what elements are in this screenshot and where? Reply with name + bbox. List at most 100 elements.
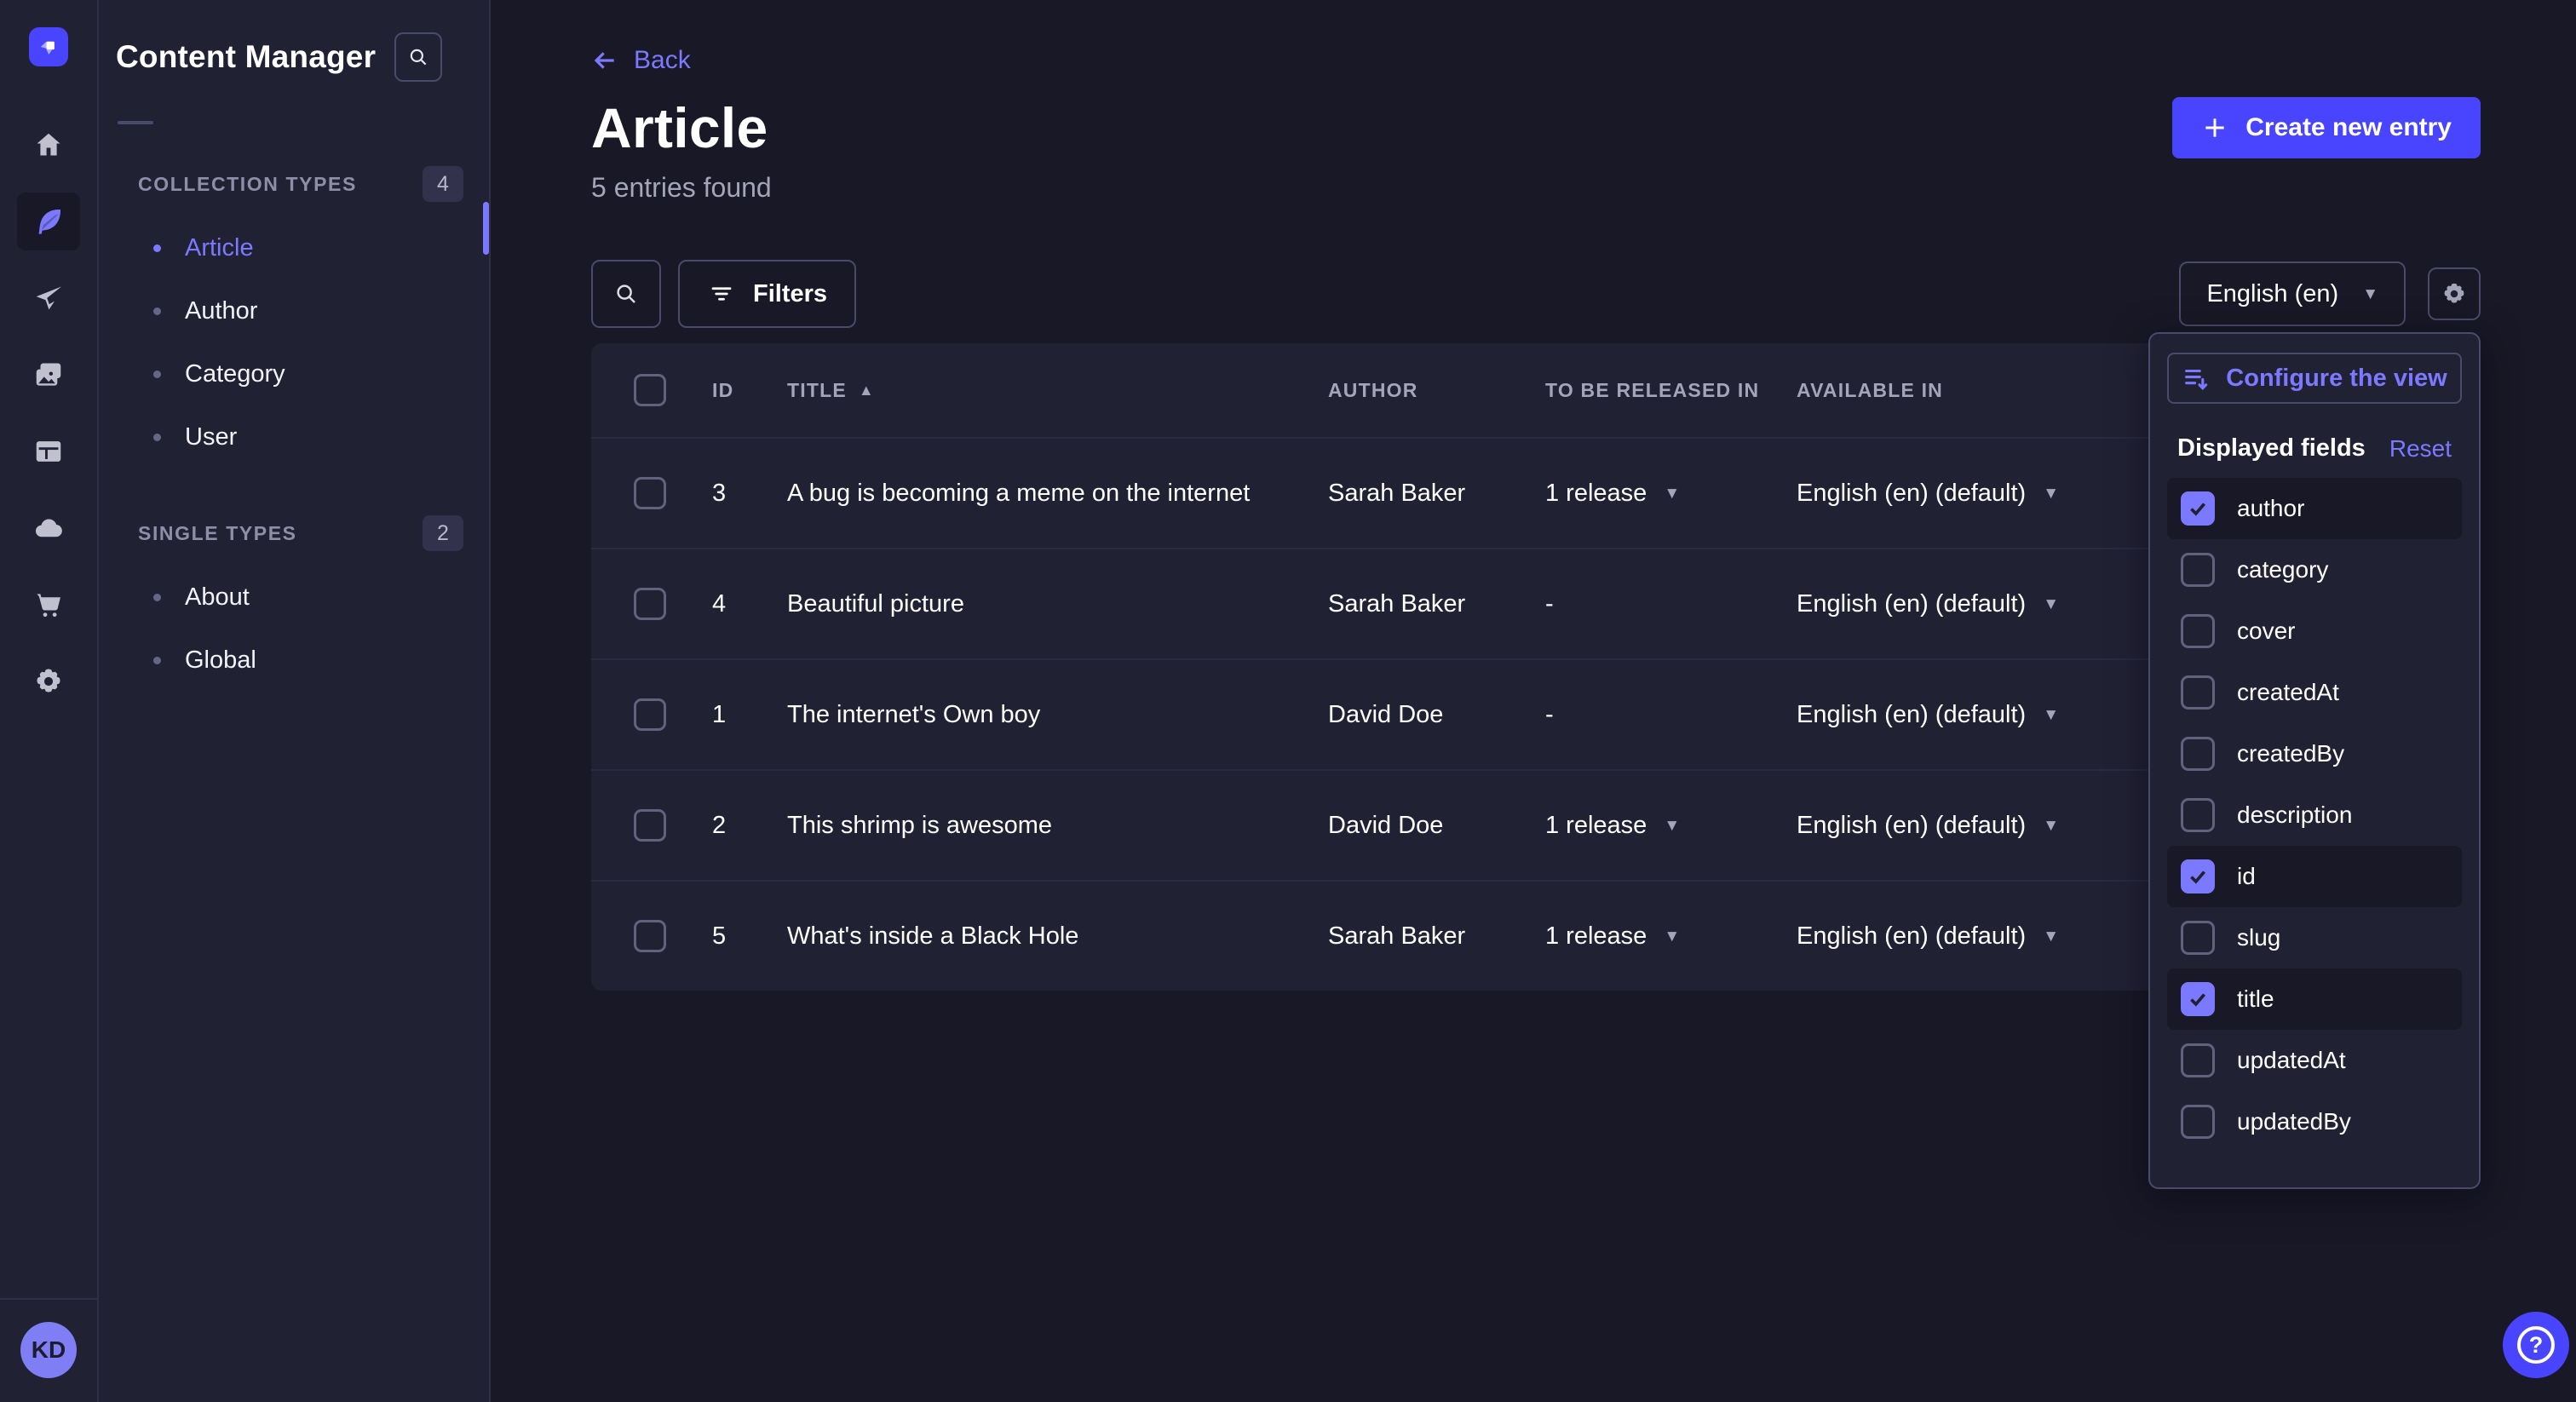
sidebar-scrollbar-thumb[interactable] — [483, 202, 489, 255]
checkbox[interactable] — [2181, 614, 2215, 648]
back-link[interactable]: Back — [591, 46, 691, 75]
configure-the-view-button[interactable]: Configure the view — [2167, 353, 2462, 404]
row-checkbox[interactable] — [634, 698, 666, 731]
field-toggle-createdBy[interactable]: createdBy — [2167, 723, 2462, 784]
collection-types-count-badge: 4 — [423, 166, 463, 202]
cell-release-menu[interactable]: 1 release▼ — [1532, 922, 1784, 951]
checkbox[interactable] — [2181, 675, 2215, 710]
entries-count: 5 entries found — [591, 172, 2481, 204]
media-library-icon[interactable] — [17, 346, 80, 404]
configure-list-icon — [2182, 364, 2211, 393]
row-checkbox[interactable] — [634, 920, 666, 952]
sidebar-item-label: Category — [185, 360, 285, 388]
column-header-id[interactable]: ID — [695, 379, 770, 402]
locale-value: English (en) — [2206, 280, 2338, 308]
checkbox[interactable] — [2181, 1043, 2215, 1077]
sidebar-item-label: User — [185, 423, 237, 451]
home-icon[interactable] — [17, 116, 80, 174]
question-mark-icon: ? — [2517, 1326, 2555, 1364]
row-checkbox[interactable] — [634, 588, 666, 620]
bullet-icon — [153, 307, 161, 315]
search-icon — [407, 46, 429, 68]
collection-types-section: COLLECTION TYPES 4 Article Author Catego… — [99, 165, 489, 468]
sidebar-item-author[interactable]: Author — [99, 279, 489, 342]
cell-author: Sarah Baker — [1315, 922, 1532, 951]
field-toggle-cover[interactable]: cover — [2167, 600, 2462, 662]
view-settings-button[interactable] — [2428, 267, 2481, 320]
cell-release-menu[interactable]: 1 release▼ — [1532, 480, 1784, 508]
chevron-down-icon: ▼ — [2043, 707, 2059, 723]
check-icon — [2187, 497, 2209, 520]
cell-release: - — [1532, 590, 1784, 618]
checkbox[interactable] — [2181, 737, 2215, 771]
cell-title: What's inside a Black Hole — [770, 922, 1315, 951]
checkbox[interactable] — [2181, 982, 2215, 1016]
cell-id: 2 — [695, 812, 770, 840]
checkbox[interactable] — [2181, 921, 2215, 955]
chevron-down-icon: ▼ — [2043, 596, 2059, 612]
field-toggle-description[interactable]: description — [2167, 784, 2462, 846]
field-toggle-updatedBy[interactable]: updatedBy — [2167, 1091, 2462, 1152]
sidebar-item-about[interactable]: About — [99, 566, 489, 629]
view-settings-popover: Configure the view Displayed fields Rese… — [2148, 332, 2481, 1189]
content-type-builder-icon[interactable] — [17, 422, 80, 480]
reset-button[interactable]: Reset — [2389, 435, 2452, 463]
cell-id: 4 — [695, 590, 770, 618]
chevron-down-icon: ▼ — [2362, 286, 2378, 302]
field-toggle-author[interactable]: author — [2167, 478, 2462, 539]
displayed-fields-title: Displayed fields — [2177, 434, 2366, 463]
sidebar-item-label: Author — [185, 297, 257, 325]
locale-select[interactable]: English (en) ▼ — [2179, 261, 2406, 326]
column-header-author[interactable]: AUTHOR — [1315, 379, 1532, 402]
strapi-logo[interactable] — [29, 27, 68, 66]
table-search-button[interactable] — [591, 260, 661, 328]
checkbox[interactable] — [2181, 553, 2215, 587]
help-button[interactable]: ? — [2503, 1312, 2569, 1378]
column-header-to-be-released-in[interactable]: TO BE RELEASED IN — [1532, 379, 1784, 402]
section-label: COLLECTION TYPES — [138, 173, 423, 196]
sort-ascending-icon: ▲ — [859, 382, 875, 399]
user-avatar[interactable]: KD — [20, 1322, 77, 1378]
select-all-checkbox[interactable] — [634, 374, 666, 406]
content-manager-icon[interactable] — [17, 192, 80, 250]
checkbox[interactable] — [2181, 491, 2215, 526]
marketplace-icon[interactable] — [17, 576, 80, 634]
field-toggle-title[interactable]: title — [2167, 968, 2462, 1030]
settings-icon[interactable] — [17, 652, 80, 710]
deploy-icon[interactable] — [17, 499, 80, 557]
row-checkbox[interactable] — [634, 477, 666, 509]
gear-icon — [2441, 280, 2468, 307]
checkbox[interactable] — [2181, 798, 2215, 832]
bullet-icon — [153, 657, 161, 664]
sidebar-item-global[interactable]: Global — [99, 629, 489, 692]
main-nav-rail: KD — [0, 0, 99, 1402]
bullet-icon — [153, 371, 161, 378]
chevron-down-icon: ▼ — [1664, 486, 1680, 502]
cell-id: 5 — [695, 922, 770, 951]
sidebar-item-category[interactable]: Category — [99, 342, 489, 405]
cell-release-menu[interactable]: 1 release▼ — [1532, 812, 1784, 840]
field-label: author — [2237, 495, 2304, 522]
field-toggle-updatedAt[interactable]: updatedAt — [2167, 1030, 2462, 1091]
create-new-entry-button[interactable]: Create new entry — [2172, 97, 2481, 158]
field-toggle-slug[interactable]: slug — [2167, 907, 2462, 968]
checkbox[interactable] — [2181, 859, 2215, 893]
sidebar-item-article[interactable]: Article — [99, 216, 489, 279]
field-label: description — [2237, 802, 2352, 829]
cell-author: Sarah Baker — [1315, 590, 1532, 618]
section-label: SINGLE TYPES — [138, 522, 423, 545]
row-checkbox[interactable] — [634, 809, 666, 842]
releases-icon[interactable] — [17, 269, 80, 327]
filters-button[interactable]: Filters — [678, 260, 856, 328]
checkbox[interactable] — [2181, 1105, 2215, 1139]
column-header-title[interactable]: TITLE▲ — [770, 379, 1315, 402]
field-toggle-id[interactable]: id — [2167, 846, 2462, 907]
field-toggle-createdAt[interactable]: createdAt — [2167, 662, 2462, 723]
sidebar-search-button[interactable] — [394, 32, 442, 82]
check-icon — [2187, 988, 2209, 1010]
field-toggle-category[interactable]: category — [2167, 539, 2462, 600]
sidebar-item-user[interactable]: User — [99, 405, 489, 468]
content-manager-sidebar: Content Manager COLLECTION TYPES 4 Artic… — [99, 0, 491, 1402]
cell-title: The internet's Own boy — [770, 701, 1315, 729]
list-toolbar: Filters English (en) ▼ — [591, 260, 2481, 328]
